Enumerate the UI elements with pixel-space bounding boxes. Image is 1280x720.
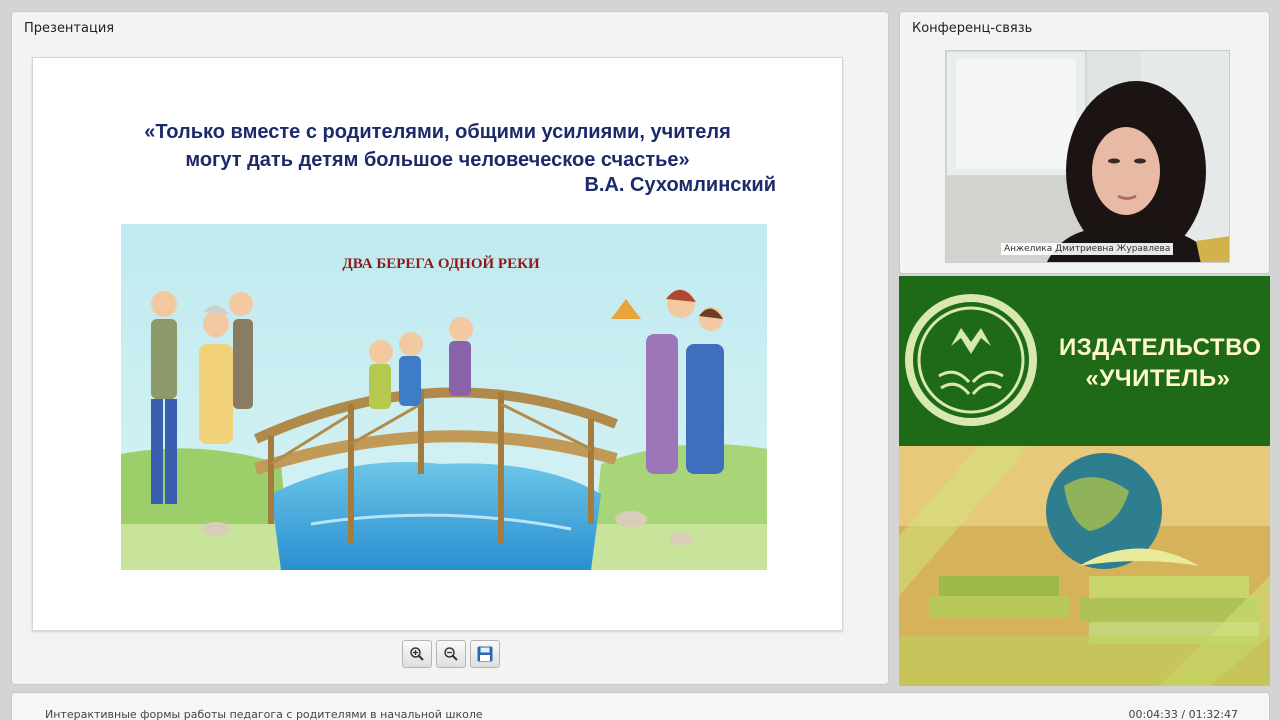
zoom-out-icon xyxy=(444,647,458,661)
zoom-out-button[interactable] xyxy=(436,640,466,668)
slide-quote-author: В.А. Сухомлинский xyxy=(584,174,776,196)
presentation-panel: Презентация «Только вместе с родителями,… xyxy=(11,11,889,685)
zoom-in-icon xyxy=(410,647,424,661)
save-button[interactable] xyxy=(470,640,500,668)
slide-illustration: ДВА БЕРЕГА ОДНОЙ РЕКИ xyxy=(121,224,767,570)
publisher-name: ИЗДАТЕЛЬСТВО «УЧИТЕЛЬ» xyxy=(1059,332,1262,394)
slide-quote: «Только вместе с родителями, общими усил… xyxy=(73,118,802,174)
slide-quote-line-2: могут дать детям большое человеческое сч… xyxy=(185,149,690,171)
speaker-video-frame xyxy=(946,51,1229,262)
playback-time: 00:04:33 / 01:32:47 xyxy=(1128,708,1238,720)
conference-panel: Конференц-связь Анжелика Дмитриевна Жура… xyxy=(899,11,1270,274)
conference-panel-title: Конференц-связь xyxy=(912,21,1033,36)
save-icon xyxy=(477,646,493,662)
speaker-name-label: Анжелика Дмитриевна Журавлева xyxy=(1001,243,1174,255)
publisher-name-line-1: ИЗДАТЕЛЬСТВО xyxy=(1059,334,1262,361)
slide-quote-line-1: «Только вместе с родителями, общими усил… xyxy=(144,121,731,143)
presentation-panel-title: Презентация xyxy=(24,21,115,36)
illustration-title: ДВА БЕРЕГА ОДНОЙ РЕКИ xyxy=(342,255,540,272)
publisher-banner: ИЗДАТЕЛЬСТВО «УЧИТЕЛЬ» xyxy=(899,276,1270,686)
publisher-name-line-2: «УЧИТЕЛЬ» xyxy=(1085,365,1231,392)
zoom-in-button[interactable] xyxy=(402,640,432,668)
slide: «Только вместе с родителями, общими усил… xyxy=(32,57,843,631)
slide-toolbar xyxy=(402,640,500,668)
course-title: Интерактивные формы работы педагога с ро… xyxy=(45,708,483,720)
speaker-video[interactable]: Анжелика Дмитриевна Журавлева xyxy=(945,50,1230,263)
player-footer: Интерактивные формы работы педагога с ро… xyxy=(11,692,1270,720)
